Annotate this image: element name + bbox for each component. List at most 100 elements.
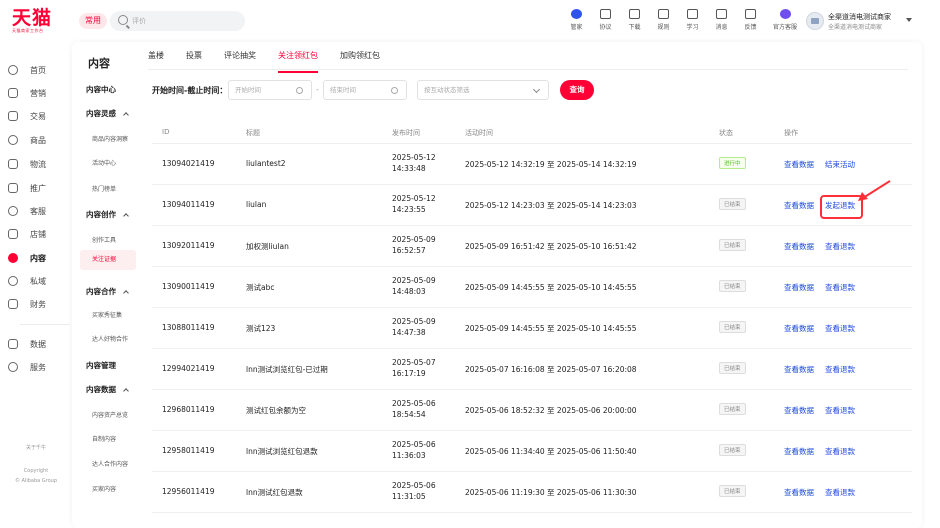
subnav-item-10[interactable]: 达人好物合作	[92, 334, 128, 343]
subnav-item-2[interactable]: 商品内容洞察	[92, 134, 128, 143]
sidebar-item-label: 客服	[30, 206, 46, 216]
logistics-icon	[8, 159, 18, 169]
sidebar-item-private-domain[interactable]: 私域	[0, 271, 72, 291]
sidebar-item-home[interactable]: 首页	[0, 60, 72, 80]
subnav-item-6[interactable]: 创作工具	[92, 235, 116, 244]
view-data-link[interactable]: 查看数据	[784, 364, 814, 375]
view-data-link[interactable]: 查看数据	[784, 159, 814, 170]
customer-service-icon	[8, 206, 18, 216]
subnav-item-16[interactable]: 买家内容	[92, 484, 116, 493]
subnav-item-0[interactable]: 内容中心	[86, 84, 116, 95]
subnav-item-12[interactable]: 内容数据	[86, 384, 129, 395]
tool-service[interactable]: 官方客服	[765, 7, 805, 35]
sidebar-item-data[interactable]: 数据	[0, 334, 72, 354]
logo-text: 天猫	[12, 7, 53, 29]
sidebar-item-product[interactable]: 商品	[0, 130, 72, 150]
cell-publish-time: 2025-05-09 14:47:38	[392, 317, 436, 337]
subnav-item-9[interactable]: 买家秀征集	[92, 310, 122, 319]
about-link[interactable]: 关于千牛	[0, 444, 72, 451]
status-select[interactable]: 按互动状态筛选	[417, 80, 549, 100]
subnav-item-7[interactable]: 关注证据	[80, 250, 136, 270]
tool-feedback[interactable]: 反馈	[736, 7, 765, 35]
table-header: ID 标题 发布时间 活动时间 状态 操作	[152, 122, 912, 144]
row-action-link[interactable]: 查看退款	[825, 405, 855, 416]
sidebar-item-logistics[interactable]: 物流	[0, 154, 72, 174]
subnav-item-1[interactable]: 内容灵感	[86, 108, 129, 119]
sidebar-item-customer-service[interactable]: 客服	[0, 201, 72, 221]
tool-rules[interactable]: 规则	[649, 7, 678, 35]
caret-down-icon	[906, 18, 912, 22]
cell-title: 测试123	[246, 324, 276, 333]
subnav-item-15[interactable]: 达人合作内容	[92, 459, 128, 468]
agreement-icon	[600, 9, 611, 19]
tool-learn[interactable]: 学习	[678, 7, 707, 35]
sidebar-item-content[interactable]: 内容	[0, 248, 72, 268]
tab-3[interactable]: 关注领红包	[278, 50, 318, 73]
search-input[interactable]	[132, 14, 237, 28]
sidebar-item-marketing[interactable]: 营销	[0, 83, 72, 103]
view-data-link[interactable]: 查看数据	[784, 200, 814, 211]
view-data-link[interactable]: 查看数据	[784, 323, 814, 334]
tmall-logo[interactable]: 天猫 天猫商家工作台	[12, 8, 68, 34]
content-icon	[8, 253, 18, 263]
header-activity-time: 活动时间	[465, 129, 493, 137]
subnav-label: 内容中心	[86, 85, 116, 94]
search-box[interactable]	[110, 11, 245, 31]
cell-publish-time: 2025-05-09 16:52:57	[392, 235, 436, 255]
view-data-link[interactable]: 查看数据	[784, 446, 814, 457]
time-range-label: 开始时间-截止时间：	[152, 86, 228, 95]
tool-agreement[interactable]: 协议	[591, 7, 620, 35]
message-icon	[716, 9, 727, 19]
start-date-input[interactable]: 开始时间	[228, 80, 312, 100]
end-date-input[interactable]: 结束时间	[323, 80, 407, 100]
query-button[interactable]: 查询	[560, 80, 594, 100]
subnav-item-5[interactable]: 内容创作	[86, 209, 129, 220]
chevron-up-icon	[123, 388, 129, 394]
tool-download[interactable]: 下载	[620, 7, 649, 35]
tab-2[interactable]: 评论抽奖	[224, 50, 256, 68]
row-action-link[interactable]: 结束活动	[825, 159, 855, 170]
tool-label: 学习	[686, 24, 699, 31]
subnav-item-14[interactable]: 自制内容	[92, 434, 116, 443]
cell-id: 12968011419	[162, 405, 215, 414]
clock-icon	[391, 87, 398, 94]
subnav-item-8[interactable]: 内容合作	[86, 286, 129, 297]
row-action-link[interactable]: 查看退款	[825, 282, 855, 293]
table-row: 12956011419 lnn测试红包退款 2025-05-06 11:31:05 2…	[152, 472, 912, 513]
view-data-link[interactable]: 查看数据	[784, 487, 814, 498]
common-button[interactable]: 常用	[79, 13, 107, 29]
sidebar-item-services[interactable]: 服务	[0, 357, 72, 377]
row-action-link[interactable]: 查看退款	[825, 241, 855, 252]
table-row: 12994021419 lnn测试浏览红包-已过期 2025-05-07 16:17…	[152, 349, 912, 390]
copyright-text: Copyright	[23, 468, 49, 474]
sidebar-item-label: 首页	[30, 65, 46, 75]
tool-message[interactable]: 消息	[707, 7, 736, 35]
sidebar-item-store[interactable]: 店铺	[0, 224, 72, 244]
sidebar-item-finance[interactable]: 财务	[0, 294, 72, 314]
tab-0[interactable]: 盖楼	[148, 50, 164, 68]
subnav-item-3[interactable]: 活动中心	[92, 158, 116, 167]
subnav-item-4[interactable]: 热门榜单	[92, 184, 116, 193]
sidebar-item-label: 交易	[30, 111, 46, 121]
row-action-link[interactable]: 查看退款	[825, 364, 855, 375]
view-data-link[interactable]: 查看数据	[784, 405, 814, 416]
subnav-item-11[interactable]: 内容管理	[86, 360, 116, 371]
company-text: © Alibaba Group	[14, 478, 58, 484]
header-actions: 操作	[784, 129, 798, 137]
cell-id: 12994021419	[162, 364, 215, 373]
tab-4[interactable]: 加购领红包	[340, 50, 380, 68]
sidebar-item-promotion[interactable]: 推广	[0, 178, 72, 198]
tab-1[interactable]: 投票	[186, 50, 202, 68]
view-data-link[interactable]: 查看数据	[784, 241, 814, 252]
cell-title: 加权测liulan	[246, 242, 289, 251]
account-menu[interactable]: 全渠道消电测试商家 全渠道消电测试商家	[806, 8, 926, 34]
sidebar-item-trade[interactable]: 交易	[0, 106, 72, 126]
view-data-link[interactable]: 查看数据	[784, 282, 814, 293]
status-badge: 已结束	[719, 485, 746, 497]
row-action-link[interactable]: 查看退款	[825, 323, 855, 334]
subnav-item-13[interactable]: 内容资产总览	[92, 410, 128, 419]
row-action-link[interactable]: 查看退款	[825, 487, 855, 498]
row-action-link[interactable]: 查看退款	[825, 446, 855, 457]
subnav-label: 买家内容	[92, 486, 117, 493]
tool-butler[interactable]: 管家	[562, 7, 591, 35]
